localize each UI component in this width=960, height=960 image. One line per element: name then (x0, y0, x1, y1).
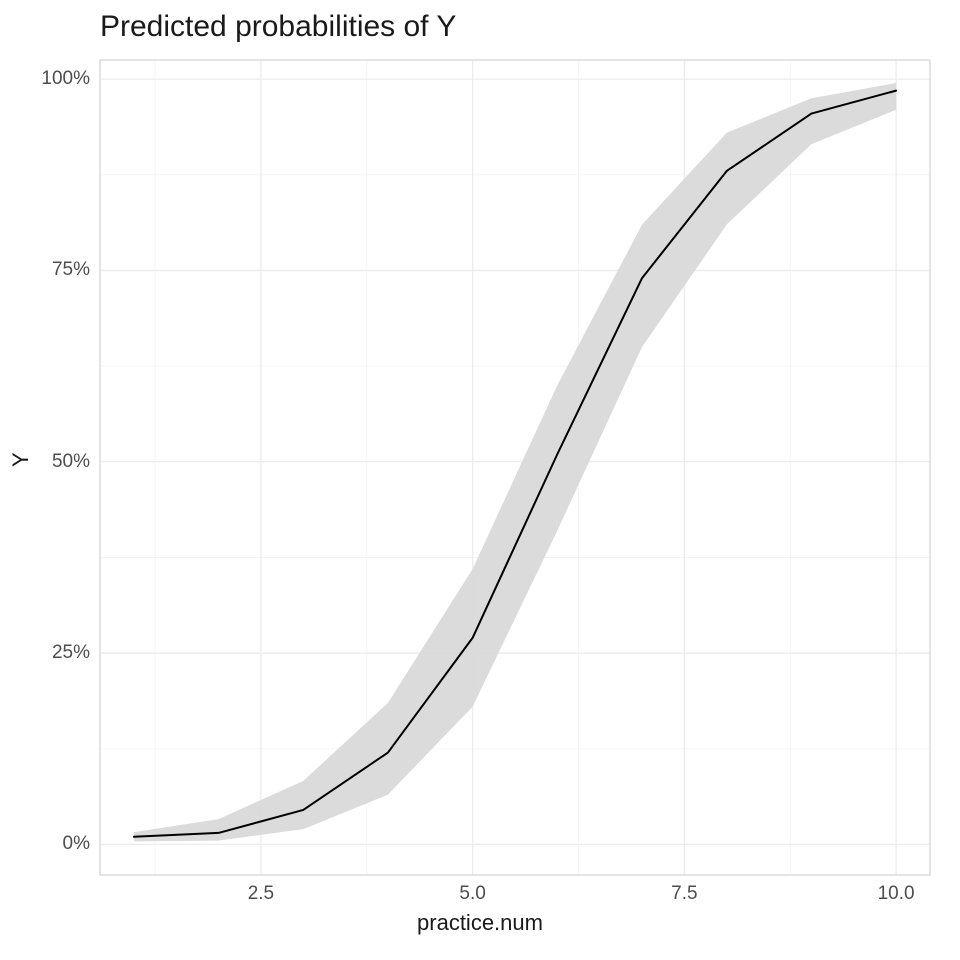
plot-svg (100, 60, 930, 875)
x-tick: 2.5 (248, 883, 274, 905)
y-tick: 25% (30, 642, 90, 664)
grid (100, 60, 930, 875)
x-tick: 7.5 (671, 883, 697, 905)
x-tick: 10.0 (878, 883, 915, 905)
chart-figure: Predicted probabilities of Y Y practice.… (0, 0, 960, 960)
x-tick: 5.0 (459, 883, 485, 905)
y-tick: 100% (30, 68, 90, 90)
x-axis-label: practice.num (0, 910, 960, 936)
y-tick: 0% (30, 833, 90, 855)
y-tick: 50% (30, 451, 90, 473)
plot-panel (100, 60, 930, 875)
line-series (134, 91, 896, 837)
chart-title: Predicted probabilities of Y (100, 10, 456, 44)
panel-border (100, 60, 930, 875)
y-tick: 75% (30, 259, 90, 281)
